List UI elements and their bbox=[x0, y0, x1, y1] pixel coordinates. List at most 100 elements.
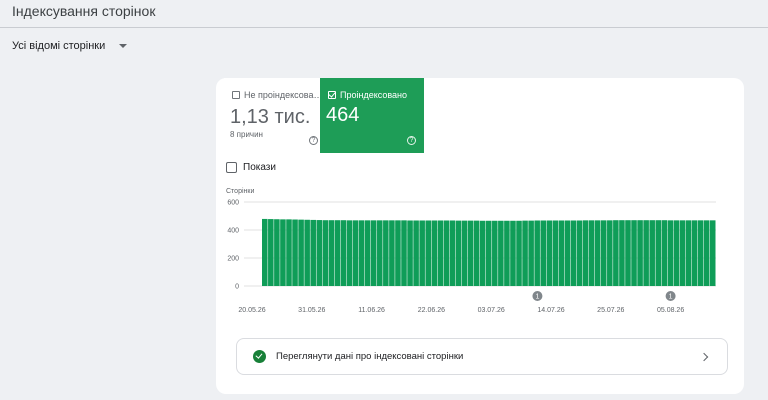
chart-bar bbox=[576, 220, 583, 286]
chevron-right-icon bbox=[699, 352, 709, 362]
chart-bar bbox=[485, 220, 492, 286]
x-tick-label: 11.06.26 bbox=[358, 307, 385, 314]
annotation-marker-icon[interactable]: 1 bbox=[532, 291, 543, 301]
annotation-marker-label: 1 bbox=[669, 294, 673, 301]
indexing-report-card: Не проіндексова… 1,13 тис. 8 причин ? Пр… bbox=[216, 78, 744, 394]
not-indexed-reasons: 8 причин bbox=[230, 130, 263, 139]
view-indexed-pages-button[interactable]: Переглянути дані про індексовані сторінк… bbox=[236, 338, 728, 375]
y-tick-label: 200 bbox=[227, 256, 239, 263]
chart-bar bbox=[594, 220, 601, 286]
chart-bar bbox=[522, 220, 528, 286]
chart-bar bbox=[498, 220, 504, 286]
y-tick-label: 600 bbox=[227, 200, 239, 207]
indexed-pages-chart: Сторінки 600 400 200 0 20.05.26 31.05.26 11.06.… bbox=[226, 187, 716, 314]
chart-bar bbox=[413, 220, 419, 286]
indexed-tile[interactable]: Проіндексовано 464 ? bbox=[320, 78, 424, 153]
chart-bar bbox=[443, 220, 450, 286]
chart-bar bbox=[280, 219, 286, 286]
chart-bar bbox=[631, 220, 637, 286]
impressions-label: Покази bbox=[243, 162, 276, 173]
not-indexed-value: 1,13 тис. bbox=[230, 106, 311, 128]
dropdown-caret-icon bbox=[119, 44, 128, 48]
x-tick-label: 14.07.26 bbox=[537, 307, 564, 314]
chart-bar bbox=[298, 219, 304, 286]
chart-bar bbox=[292, 219, 298, 286]
chart-bar bbox=[582, 220, 589, 286]
chart-bar bbox=[473, 220, 480, 286]
chart-bar bbox=[661, 220, 668, 286]
chart-bar bbox=[685, 220, 692, 286]
chart-bar bbox=[570, 220, 577, 286]
chart-bar bbox=[697, 220, 704, 286]
y-tick-label: 0 bbox=[235, 284, 239, 291]
chart-bar bbox=[395, 220, 401, 286]
chart-bar bbox=[558, 220, 565, 286]
chart-bar bbox=[625, 220, 631, 286]
chart-bar bbox=[304, 219, 310, 286]
chart-bar bbox=[310, 219, 316, 286]
impressions-toggle[interactable]: Покази bbox=[226, 162, 276, 173]
help-icon[interactable]: ? bbox=[309, 136, 318, 145]
chart-bar bbox=[504, 220, 510, 286]
chart-bar bbox=[619, 220, 625, 286]
x-tick-label: 05.08.26 bbox=[657, 307, 684, 314]
chart-bar bbox=[649, 220, 655, 286]
y-axis-label: Сторінки bbox=[226, 187, 254, 195]
chart-bar bbox=[510, 220, 516, 286]
chart-bar bbox=[449, 220, 456, 286]
impressions-checkbox[interactable] bbox=[226, 162, 237, 173]
chart-bar bbox=[364, 220, 371, 286]
chart-bar bbox=[461, 220, 468, 286]
indexed-value: 464 bbox=[326, 104, 360, 126]
chart-bar bbox=[316, 220, 323, 286]
chart-bar bbox=[407, 220, 413, 286]
x-tick-label: 25.07.26 bbox=[597, 307, 624, 314]
chart-bar bbox=[552, 220, 559, 286]
chart-bar bbox=[516, 220, 522, 286]
filter-label: Усі відомі сторінки bbox=[12, 40, 106, 52]
chart-bar bbox=[679, 220, 686, 286]
view-indexed-pages-label: Переглянути дані про індексовані сторінк… bbox=[276, 351, 464, 362]
check-circle-icon bbox=[253, 350, 266, 363]
pages-filter-dropdown[interactable]: Усі відомі сторінки bbox=[12, 40, 128, 52]
chart-bar bbox=[588, 220, 595, 286]
page-title: Індексування сторінок bbox=[12, 3, 156, 19]
not-indexed-tile[interactable]: Не проіндексова… 1,13 тис. 8 причин ? bbox=[224, 78, 327, 153]
chart-bar bbox=[346, 220, 353, 286]
chart-bar bbox=[673, 220, 680, 286]
chart-bar bbox=[401, 220, 407, 286]
chart-bar bbox=[425, 220, 431, 286]
not-indexed-label: Не проіндексова… bbox=[244, 90, 323, 100]
chart-bar bbox=[564, 220, 571, 286]
chart-bar bbox=[334, 220, 341, 286]
chart-bar bbox=[455, 220, 462, 286]
chart-bar bbox=[655, 220, 662, 286]
chart-bar bbox=[383, 220, 389, 286]
chart-bar bbox=[352, 220, 359, 286]
chart-bar bbox=[286, 219, 292, 286]
x-tick-label: 03.07.26 bbox=[478, 307, 505, 314]
y-tick-label: 400 bbox=[227, 228, 239, 235]
chart-bar bbox=[370, 220, 377, 286]
annotation-marker-icon[interactable]: 1 bbox=[665, 291, 676, 301]
checkmark-icon bbox=[328, 90, 336, 98]
help-icon[interactable]: ? bbox=[407, 136, 416, 145]
chart-bar bbox=[377, 220, 383, 286]
not-indexed-checkbox[interactable] bbox=[232, 91, 240, 99]
chart-bar bbox=[358, 220, 365, 286]
indexed-checkbox[interactable] bbox=[328, 90, 336, 99]
chart-bar bbox=[691, 220, 698, 286]
chart-bar bbox=[419, 220, 425, 286]
chart-bar bbox=[268, 219, 274, 286]
chart-bar bbox=[600, 220, 607, 286]
chart-bar bbox=[340, 220, 347, 286]
chart-bar bbox=[607, 220, 613, 286]
x-tick-label: 31.05.26 bbox=[298, 307, 325, 314]
chart-bar bbox=[328, 220, 335, 286]
chart-bar bbox=[643, 220, 649, 286]
x-tick-label: 20.05.26 bbox=[238, 307, 265, 314]
chart-bar bbox=[322, 220, 329, 286]
chart-bar bbox=[546, 220, 553, 286]
chart-bar bbox=[540, 220, 547, 286]
annotation-marker-label: 1 bbox=[535, 294, 539, 301]
